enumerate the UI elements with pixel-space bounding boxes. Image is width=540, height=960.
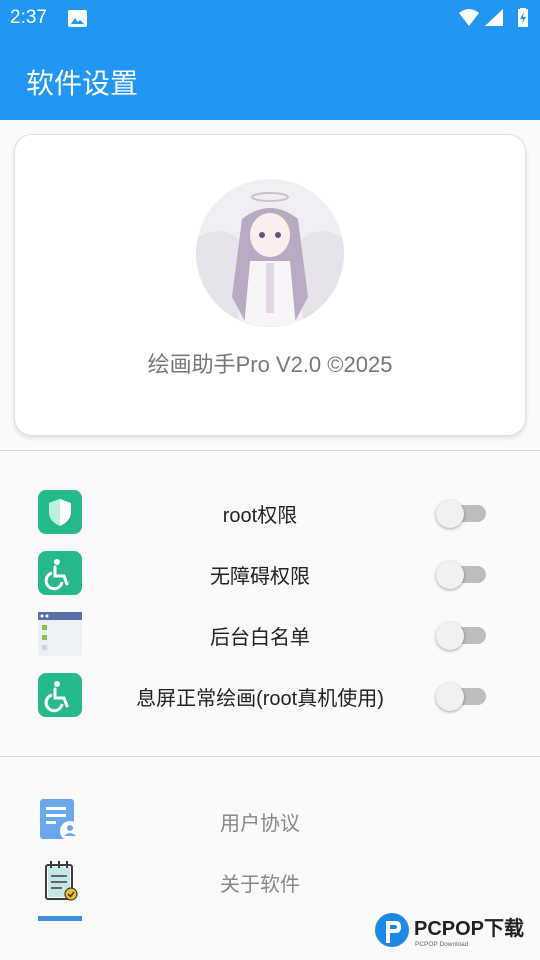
app-version: 绘画助手Pro V2.0 ©2025 bbox=[147, 352, 393, 377]
watermark-sub: PCPOP Download bbox=[415, 941, 469, 948]
avatar bbox=[196, 179, 344, 327]
accessibility-toggle[interactable] bbox=[436, 561, 486, 589]
divider bbox=[0, 450, 540, 451]
permission-accessibility[interactable]: 无障碍权限 bbox=[0, 547, 540, 599]
page-title: 软件设置 bbox=[26, 68, 139, 99]
app-bar: 软件设置 bbox=[0, 36, 540, 120]
about-software-label: 关于软件 bbox=[220, 874, 300, 896]
permission-screen-off-drawing[interactable]: 息屏正常绘画(root真机使用) bbox=[0, 669, 540, 721]
permission-accessibility-label: 无障碍权限 bbox=[210, 566, 310, 588]
accessibility-icon bbox=[38, 551, 82, 595]
pcpop-watermark: PCPOP下载 PCPOP Download bbox=[372, 910, 540, 954]
accessibility-icon bbox=[38, 673, 82, 717]
app-list-icon bbox=[38, 612, 82, 656]
user-agreement-item[interactable]: 用户协议 bbox=[0, 794, 540, 844]
about-notepad-icon bbox=[38, 859, 82, 903]
user-agreement-icon bbox=[38, 798, 82, 842]
background-whitelist-toggle[interactable] bbox=[436, 622, 486, 650]
permission-screen-off-label: 息屏正常绘画(root真机使用) bbox=[136, 688, 384, 710]
root-toggle[interactable] bbox=[436, 500, 486, 528]
watermark-brand: PCPOP下载 bbox=[414, 916, 524, 940]
system-status-icons bbox=[458, 8, 530, 33]
permission-root-label: root权限 bbox=[222, 505, 298, 527]
wifi-icon bbox=[459, 9, 479, 26]
shield-icon bbox=[38, 490, 82, 534]
user-agreement-label: 用户协议 bbox=[220, 813, 300, 835]
divider bbox=[0, 756, 540, 757]
screen-off-drawing-toggle[interactable] bbox=[436, 683, 486, 711]
about-software-item[interactable]: 关于软件 bbox=[0, 855, 540, 905]
permission-root[interactable]: root权限 bbox=[0, 486, 540, 538]
permission-background-label: 后台白名单 bbox=[210, 627, 310, 649]
profile-card: 绘画助手Pro V2.0 ©2025 bbox=[14, 134, 526, 436]
status-time: 2:37 bbox=[10, 7, 47, 28]
status-bar: 2:37 bbox=[0, 0, 540, 36]
permission-background-whitelist[interactable]: 后台白名单 bbox=[0, 608, 540, 660]
next-item-icon bbox=[38, 916, 82, 921]
signal-icon bbox=[485, 9, 503, 26]
gallery-notification-icon bbox=[68, 10, 87, 32]
